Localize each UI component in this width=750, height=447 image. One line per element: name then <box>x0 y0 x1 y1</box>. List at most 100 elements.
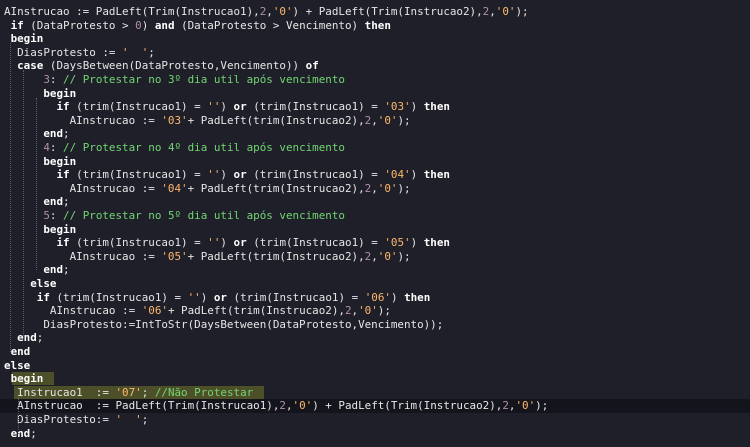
code-token: (trim(Instrucao1) = <box>246 236 385 250</box>
code-line[interactable]: 5: // Protestar no 5º dia util após venc… <box>0 209 750 223</box>
code-token: DiasProtesto := <box>4 45 123 59</box>
code-line-current[interactable]: AInstrucao := PadLeft(Trim(Instrucao1),2… <box>0 399 750 413</box>
code-line[interactable]: end <box>0 345 750 359</box>
keyword-token: end <box>43 263 64 277</box>
code-line[interactable]: end; <box>0 127 750 141</box>
code-line[interactable]: AInstrucao := '04'+ PadLeft(trim(Instruc… <box>0 182 750 196</box>
code-token: ) <box>220 168 234 182</box>
code-line[interactable]: end; <box>0 427 750 441</box>
code-token: (trim(Instrucao1) = <box>49 290 188 304</box>
code-token: ) <box>390 290 405 304</box>
code-line[interactable]: end; <box>0 331 750 345</box>
code-token: ); <box>535 399 549 413</box>
code-line[interactable]: if (trim(Instrucao1) = '') or (trim(Inst… <box>0 291 750 305</box>
code-token: AInstrucao := <box>4 304 142 318</box>
code-token: ); <box>515 5 529 18</box>
code-token: Instrucao1 := <box>4 385 116 399</box>
code-token: AInstrucao := <box>4 113 162 127</box>
code-token: ) <box>141 18 155 32</box>
code-token: ) <box>410 168 424 182</box>
code-line[interactable]: DiasProtesto:= ' '; <box>0 413 750 427</box>
keyword-token: then <box>423 168 450 182</box>
string-token: '03' <box>384 100 411 114</box>
string-token: '0' <box>292 399 313 413</box>
string-token: '0' <box>377 181 398 195</box>
code-line[interactable]: if (DataProtesto > 0) and (DataProtesto … <box>0 19 750 33</box>
code-line[interactable]: Instrucao1 := '07'; //Não Protestar <box>0 386 750 400</box>
code-line[interactable]: begin <box>0 223 750 237</box>
string-token: ' ' <box>115 413 142 426</box>
code-line[interactable]: AInstrucao := '03'+ PadLeft(trim(Instruc… <box>0 114 750 128</box>
code-line[interactable]: 4: // Protestar no 4º dia util após venc… <box>0 141 750 155</box>
string-token: '0' <box>495 5 516 18</box>
code-token: AInstrucao := <box>4 181 162 195</box>
code-line[interactable]: AInstrucao := '06'+ PadLeft(trim(Instruc… <box>0 304 750 318</box>
string-token: '0' <box>377 249 398 263</box>
string-token: '05' <box>161 249 188 263</box>
code-token: : <box>49 209 64 222</box>
string-token: '06' <box>364 290 391 304</box>
indent-guide <box>10 43 11 352</box>
code-token: (DataProtesto > <box>23 18 136 32</box>
code-token: + PadLeft(trim(Instrucao2), <box>187 113 365 127</box>
code-token: AInstrucao := PadLeft(Trim(Instrucao1), <box>4 5 260 18</box>
code-token: ; <box>63 263 70 277</box>
keyword-token: begin <box>43 154 77 168</box>
indent-guide <box>36 97 37 271</box>
keyword-token: begin <box>10 32 44 46</box>
code-token: ) + PadLeft(Trim(Instrucao2), <box>292 5 483 18</box>
keyword-token: else <box>30 277 57 290</box>
keyword-token: or <box>233 236 247 250</box>
string-token: '' <box>207 168 221 182</box>
code-line[interactable]: AInstrucao := '05'+ PadLeft(trim(Instruc… <box>0 250 750 264</box>
code-token: ) <box>200 290 214 304</box>
keyword-token: or <box>213 290 227 304</box>
string-token: '0' <box>515 399 536 413</box>
code-line[interactable]: case (DaysBetween(DataProtesto,Venciment… <box>0 59 750 73</box>
code-token: AInstrucao := PadLeft(Trim(Instrucao1), <box>4 399 280 413</box>
code-line[interactable]: begin <box>0 32 750 46</box>
code-token: ; <box>148 45 155 59</box>
string-token: '07' <box>115 385 142 399</box>
code-line[interactable]: begin <box>0 155 750 169</box>
code-token: (trim(Instrucao1) = <box>246 100 385 114</box>
code-token: ; <box>141 413 149 426</box>
code-line[interactable]: DiasProtesto:=IntToStr(DaysBetween(DataP… <box>0 318 750 332</box>
code-token: (trim(Instrucao1) = <box>69 168 208 182</box>
keyword-token: or <box>233 100 247 114</box>
keyword-token: case <box>17 59 44 73</box>
code-line[interactable]: begin <box>0 87 750 101</box>
code-line[interactable]: end; <box>0 195 750 209</box>
code-token: ); <box>397 249 411 263</box>
string-token: '0' <box>377 113 398 127</box>
code-editor[interactable]: AInstrucao := PadLeft(Trim(Instrucao1),2… <box>0 0 750 447</box>
code-line[interactable]: else <box>0 359 750 373</box>
code-line[interactable]: if (trim(Instrucao1) = '') or (trim(Inst… <box>0 168 750 182</box>
keyword-token: begin <box>43 222 77 236</box>
code-token: DiasProtesto:=IntToStr(DaysBetween(DataP… <box>4 317 444 331</box>
code-line[interactable]: AInstrucao := PadLeft(Trim(Instrucao1),2… <box>0 5 750 19</box>
code-line[interactable]: DiasProtesto := ' '; <box>0 46 750 60</box>
keyword-token: else <box>4 358 31 372</box>
code-line[interactable]: if (trim(Instrucao1) = '') or (trim(Inst… <box>0 236 750 250</box>
code-line[interactable]: else <box>0 277 750 291</box>
code-token: + PadLeft(trim(Instrucao2), <box>187 181 365 195</box>
string-token: '06' <box>141 304 168 318</box>
comment-token: // Protestar no 4º dia util após vencime… <box>63 141 345 154</box>
code-line[interactable]: begin <box>0 372 750 386</box>
code-token: (trim(Instrucao1) = <box>246 168 385 182</box>
code-token: ) <box>410 100 424 114</box>
string-token: ' ' <box>122 45 149 59</box>
code-line[interactable]: if (trim(Instrucao1) = '') or (trim(Inst… <box>0 100 750 114</box>
code-token: (DaysBetween(DataProtesto,Vencimento)) <box>43 59 306 73</box>
keyword-token: if <box>36 290 50 304</box>
code-line[interactable]: end; <box>0 263 750 277</box>
code-line[interactable]: 3: // Protestar no 3º dia util após venc… <box>0 73 750 87</box>
string-token: '04' <box>161 181 188 195</box>
code-token: AInstrucao := <box>4 249 162 263</box>
keyword-token: end <box>43 195 64 209</box>
string-token: '' <box>187 290 201 304</box>
